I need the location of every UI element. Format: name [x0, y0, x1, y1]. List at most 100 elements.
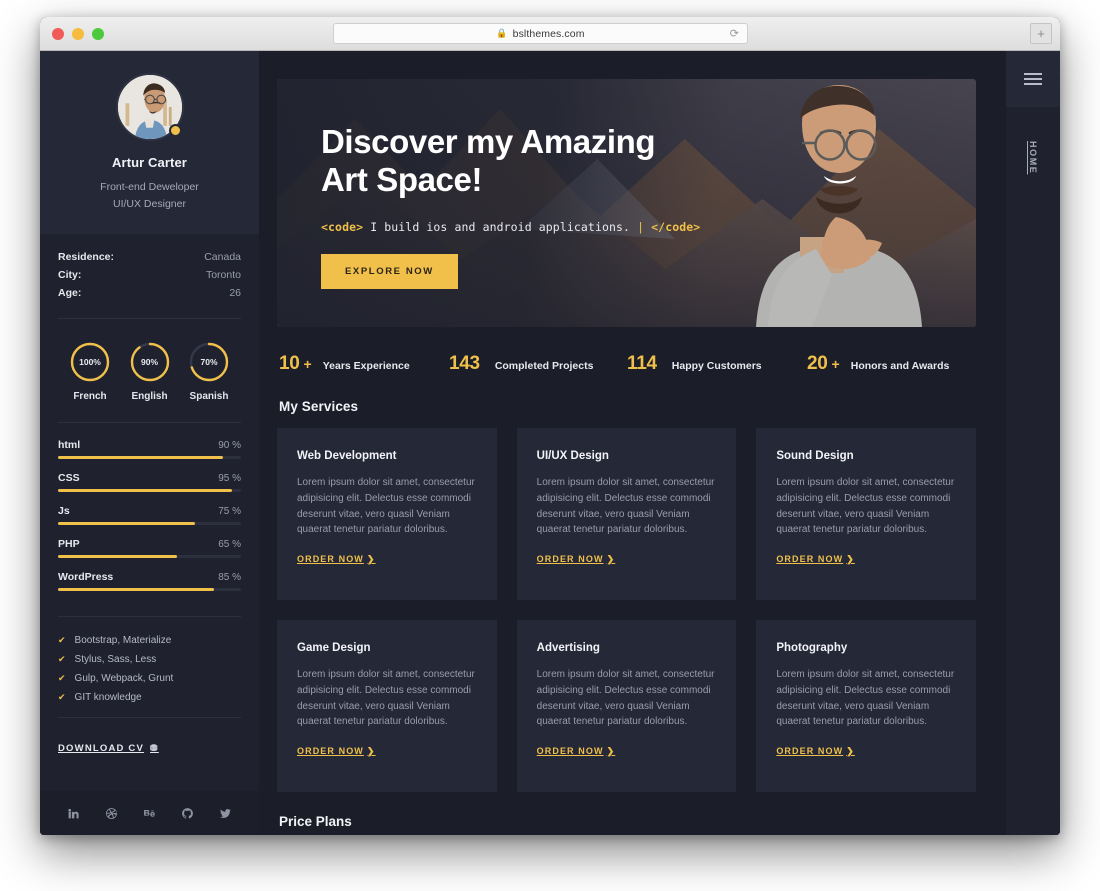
hero-text-block: Discover my Amazing Art Space! <code> I …	[321, 123, 700, 290]
social-links	[40, 791, 259, 835]
hero-portrait	[708, 79, 970, 327]
fact-key: Residence:	[58, 250, 115, 263]
price-plans-title: Price Plans	[279, 814, 352, 829]
language-ring: 70%	[188, 341, 230, 383]
skill-bar-track	[58, 521, 241, 525]
profile-sidebar: Artur Carter Front-end Deweloper UI/UX D…	[40, 51, 259, 835]
divider	[58, 615, 241, 617]
stat-label: Completed Projects	[494, 360, 594, 372]
order-now-button[interactable]: ORDER NOW ❯	[297, 746, 376, 757]
divider	[58, 716, 241, 718]
hero-banner: Discover my Amazing Art Space! <code> I …	[277, 79, 976, 327]
language-percent: 90%	[140, 356, 158, 367]
chevron-right-icon: ❯	[366, 554, 376, 565]
stats-row: 10 + Years Experience 143 Completed Proj…	[277, 327, 976, 375]
service-title: Sound Design	[776, 450, 854, 462]
service-description: Lorem ipsum dolor sit amet, consectetur …	[297, 669, 475, 728]
order-now-button[interactable]: ORDER NOW ❯	[537, 746, 616, 757]
reload-icon[interactable]: ⟳	[730, 27, 739, 40]
dribbble-icon[interactable]	[102, 804, 121, 823]
service-card[interactable]: Sound Design Lorem ipsum dolor sit amet,…	[756, 428, 976, 600]
skill-name: CSS	[58, 471, 80, 484]
download-cv-label: DOWNLOAD CV	[58, 742, 145, 754]
skill-item: html 90 %	[58, 439, 241, 459]
maximize-window-button[interactable]	[92, 28, 104, 40]
skill-item: Js 75 %	[58, 505, 241, 525]
services-title: My Services	[279, 399, 359, 414]
twitter-icon[interactable]	[216, 804, 235, 823]
profile-header: Artur Carter Front-end Deweloper UI/UX D…	[40, 51, 259, 234]
language-percent: 70%	[200, 356, 218, 367]
knowledge-label: GIT knowledge	[74, 691, 142, 703]
address-bar[interactable]: 🔒 bslthemes.com ⟳	[333, 23, 748, 44]
order-now-button[interactable]: ORDER NOW ❯	[297, 554, 376, 565]
close-window-button[interactable]	[52, 28, 64, 40]
service-card[interactable]: Game Design Lorem ipsum dolor sit amet, …	[277, 620, 497, 792]
divider	[58, 317, 241, 319]
window-controls[interactable]	[52, 28, 104, 40]
code-caret: |	[637, 220, 645, 235]
check-icon: ✔	[58, 634, 66, 645]
fact-row: City: Toronto	[58, 266, 241, 284]
chevron-right-icon: ❯	[606, 554, 616, 565]
service-card[interactable]: Advertising Lorem ipsum dolor sit amet, …	[516, 620, 737, 792]
fact-value: 26	[229, 286, 241, 299]
order-now-button[interactable]: ORDER NOW ❯	[776, 554, 855, 565]
avatar-wrapper	[115, 73, 184, 141]
fact-value: Canada	[204, 250, 241, 263]
linkedin-icon[interactable]	[64, 804, 83, 823]
service-description: Lorem ipsum dolor sit amet, consectetur …	[536, 669, 715, 728]
download-cv-button[interactable]: DOWNLOAD CV ⛃	[58, 743, 159, 754]
service-description: Lorem ipsum dolor sit amet, consectetur …	[776, 669, 955, 728]
profile-name: Artur Carter	[112, 155, 187, 170]
stat-number: 20	[807, 353, 828, 374]
knowledge-list: ✔ Bootstrap, Materialize ✔ Stylus, Sass,…	[58, 623, 241, 711]
lock-icon: 🔒	[496, 28, 508, 38]
profile-role-primary: Front-end Deweloper	[100, 181, 199, 193]
chevron-right-icon: ❯	[366, 746, 376, 757]
rail-item-home[interactable]: HOME	[1028, 141, 1038, 174]
check-icon: ✔	[58, 653, 66, 664]
fact-row: Age: 26	[58, 284, 241, 302]
order-now-label: ORDER NOW	[297, 554, 364, 565]
hamburger-menu-icon[interactable]	[1006, 51, 1060, 107]
skill-name: Js	[58, 504, 70, 517]
main-content: Discover my Amazing Art Space! <code> I …	[259, 51, 1006, 835]
language-ring: 100%	[69, 341, 111, 383]
stat-item: 10 + Years Experience	[279, 353, 449, 375]
order-now-label: ORDER NOW	[776, 746, 844, 757]
service-card[interactable]: Photography Lorem ipsum dolor sit amet, …	[756, 620, 976, 792]
explore-now-button[interactable]: EXPLORE NOW	[321, 254, 458, 290]
skill-bar-track	[58, 587, 241, 591]
download-cv-section: DOWNLOAD CV ⛃	[58, 724, 241, 756]
skill-percent: 65 %	[218, 538, 241, 550]
behance-icon[interactable]	[140, 804, 159, 823]
service-title: Advertising	[536, 642, 600, 654]
skill-item: CSS 95 %	[58, 472, 241, 492]
services-grid: Web Development Lorem ipsum dolor sit am…	[277, 428, 976, 792]
minimize-window-button[interactable]	[72, 28, 84, 40]
order-now-button[interactable]: ORDER NOW ❯	[537, 554, 616, 565]
chevron-right-icon: ❯	[606, 746, 616, 757]
stat-item: 114 Happy Customers	[627, 353, 807, 375]
service-card[interactable]: Web Development Lorem ipsum dolor sit am…	[277, 428, 497, 600]
sidebar-body: Residence: Canada City: Toronto Age: 26	[40, 234, 259, 756]
language-percent: 100%	[79, 356, 101, 367]
skill-percent: 85 %	[218, 571, 241, 583]
skill-bar-track	[58, 455, 241, 459]
download-icon: ⛃	[150, 742, 159, 753]
language-item: 70% Spanish	[181, 341, 237, 402]
fact-value: Toronto	[205, 268, 241, 281]
check-icon: ✔	[58, 672, 66, 683]
skill-percent: 90 %	[218, 439, 241, 451]
hero-title-line1: Discover my Amazing	[321, 123, 656, 160]
skill-bar-track	[58, 554, 241, 558]
github-icon[interactable]	[178, 804, 197, 823]
url-text: bslthemes.com	[512, 27, 585, 40]
order-now-button[interactable]: ORDER NOW ❯	[776, 746, 855, 757]
service-card[interactable]: UI/UX Design Lorem ipsum dolor sit amet,…	[516, 428, 737, 600]
new-tab-button[interactable]: +	[1030, 23, 1052, 44]
hero-code-line: <code> I build ios and android applicati…	[321, 220, 700, 235]
chevron-right-icon: ❯	[846, 746, 855, 757]
service-title: Photography	[776, 642, 848, 654]
